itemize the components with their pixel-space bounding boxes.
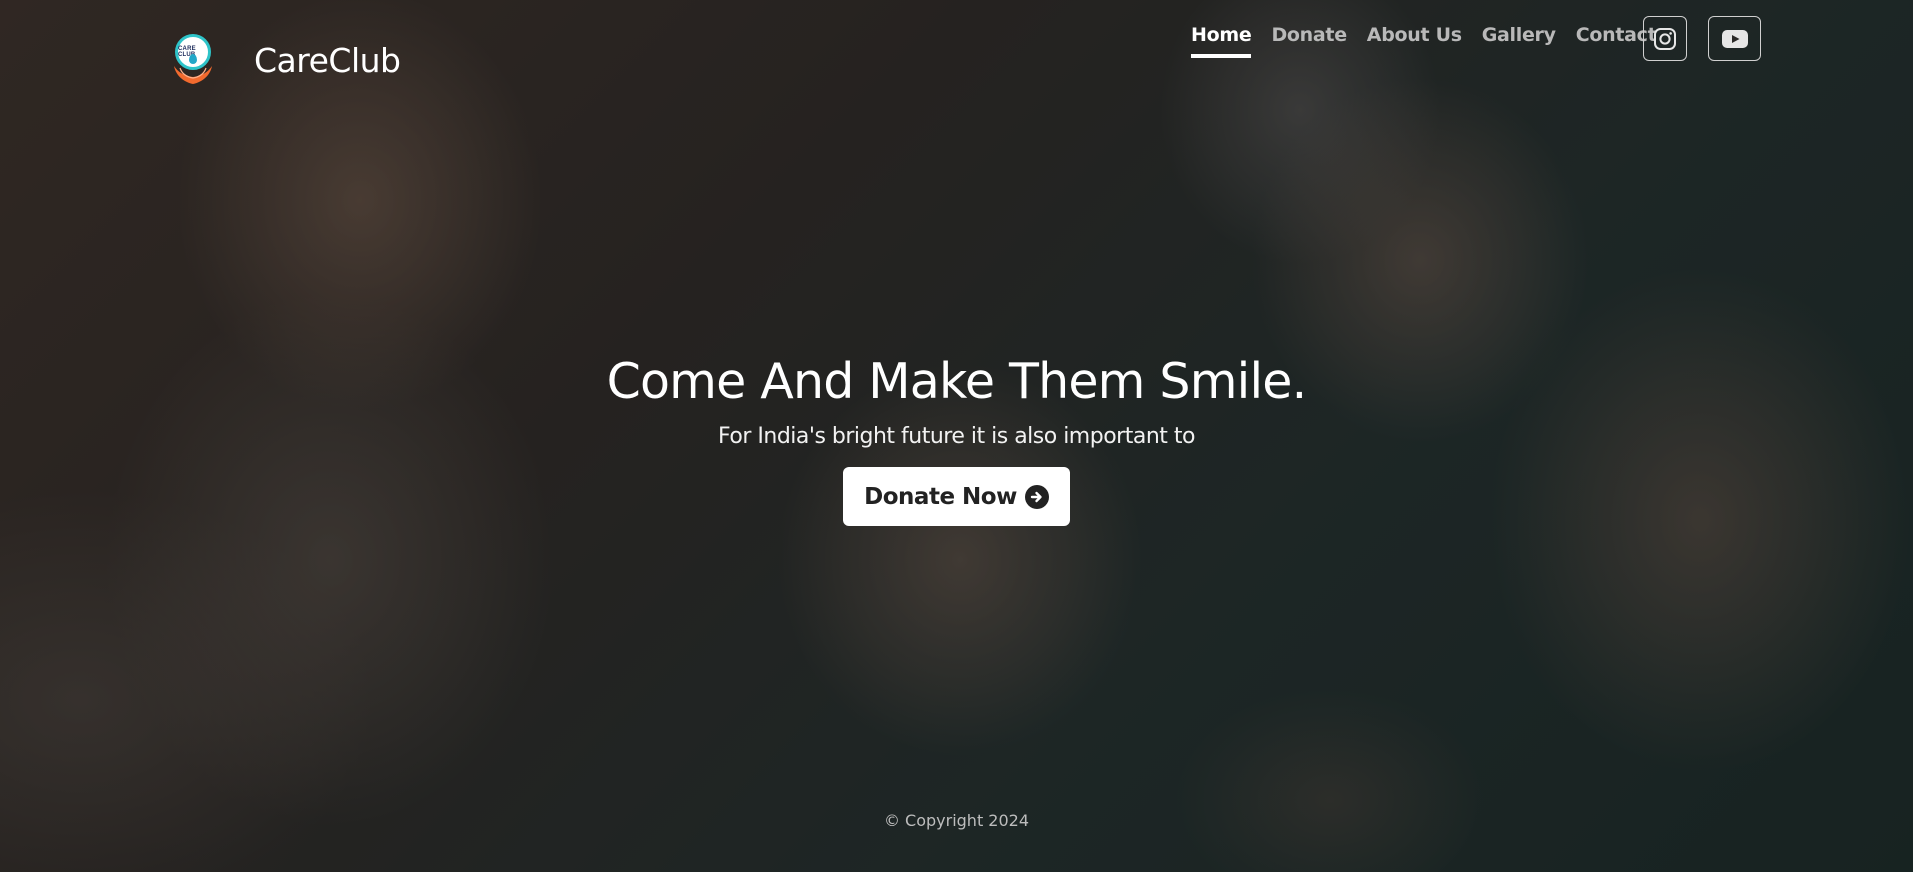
donate-now-button[interactable]: Donate Now — [843, 467, 1070, 526]
brand[interactable]: CARE CLUB CareClub — [170, 32, 401, 88]
nav-donate[interactable]: Donate — [1271, 24, 1347, 54]
copyright-text: © Copyright 2024 — [883, 811, 1030, 830]
nav-gallery[interactable]: Gallery — [1482, 24, 1556, 54]
nav-home[interactable]: Home — [1191, 24, 1252, 58]
navbar: CARE CLUB CareClub Home Donate About Us … — [0, 0, 1913, 115]
hero-title: Come And Make Them Smile. — [606, 353, 1308, 410]
social-links — [1643, 16, 1761, 61]
hero-section: Come And Make Them Smile. For India's br… — [0, 350, 1913, 526]
brand-name[interactable]: CareClub — [254, 41, 401, 80]
footer: © Copyright 2024 — [0, 811, 1913, 831]
water-drop-icon — [189, 54, 197, 64]
hero-subtitle: For India's bright future it is also imp… — [718, 424, 1195, 449]
hands-icon — [174, 66, 212, 84]
instagram-icon — [1654, 27, 1676, 50]
nav-about-us[interactable]: About Us — [1367, 24, 1462, 54]
arrow-circle-right-icon — [1024, 484, 1049, 509]
youtube-icon — [1721, 29, 1748, 48]
instagram-button[interactable] — [1643, 16, 1687, 61]
careclub-logo[interactable]: CARE CLUB — [170, 32, 216, 88]
youtube-button[interactable] — [1708, 16, 1761, 61]
main-nav: Home Donate About Us Gallery Contact — [1191, 24, 1676, 58]
donate-now-label: Donate Now — [864, 483, 1017, 510]
